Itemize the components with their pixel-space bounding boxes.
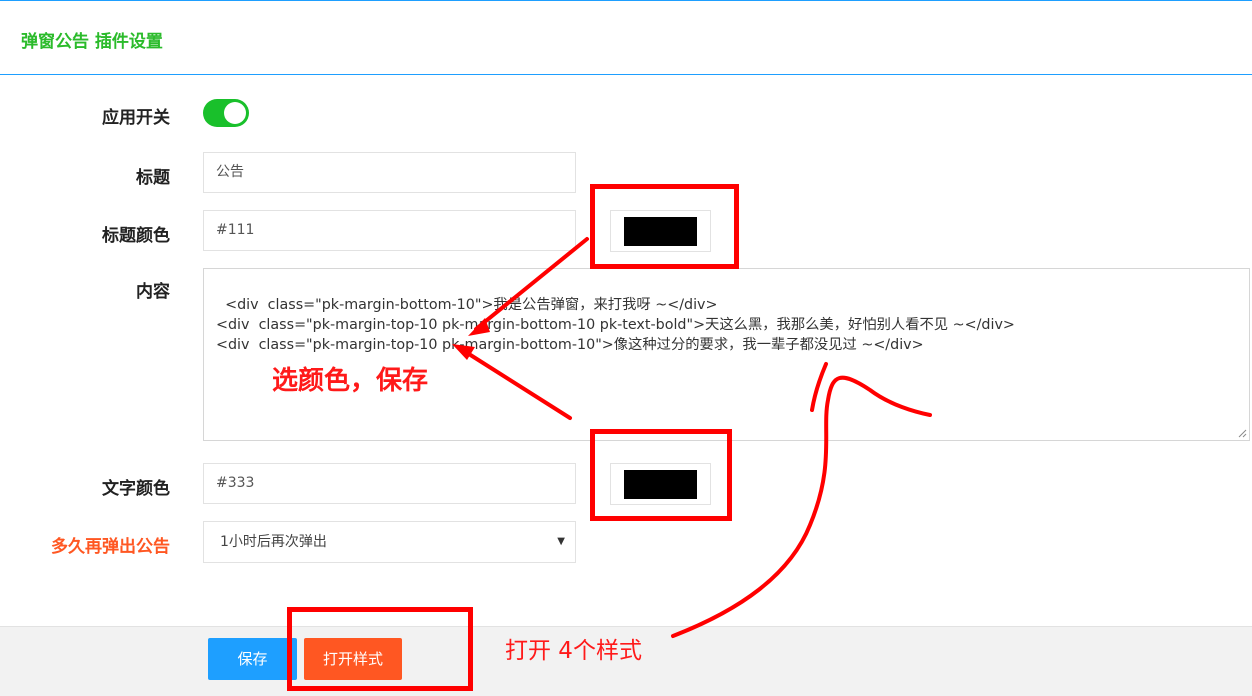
- arrow-line-lower: [459, 347, 572, 420]
- annotation-arrows: [452, 237, 932, 638]
- arrow-curve: [671, 375, 932, 638]
- arrow-curve-tip: [810, 362, 828, 412]
- arrow-line-upper: [474, 237, 589, 331]
